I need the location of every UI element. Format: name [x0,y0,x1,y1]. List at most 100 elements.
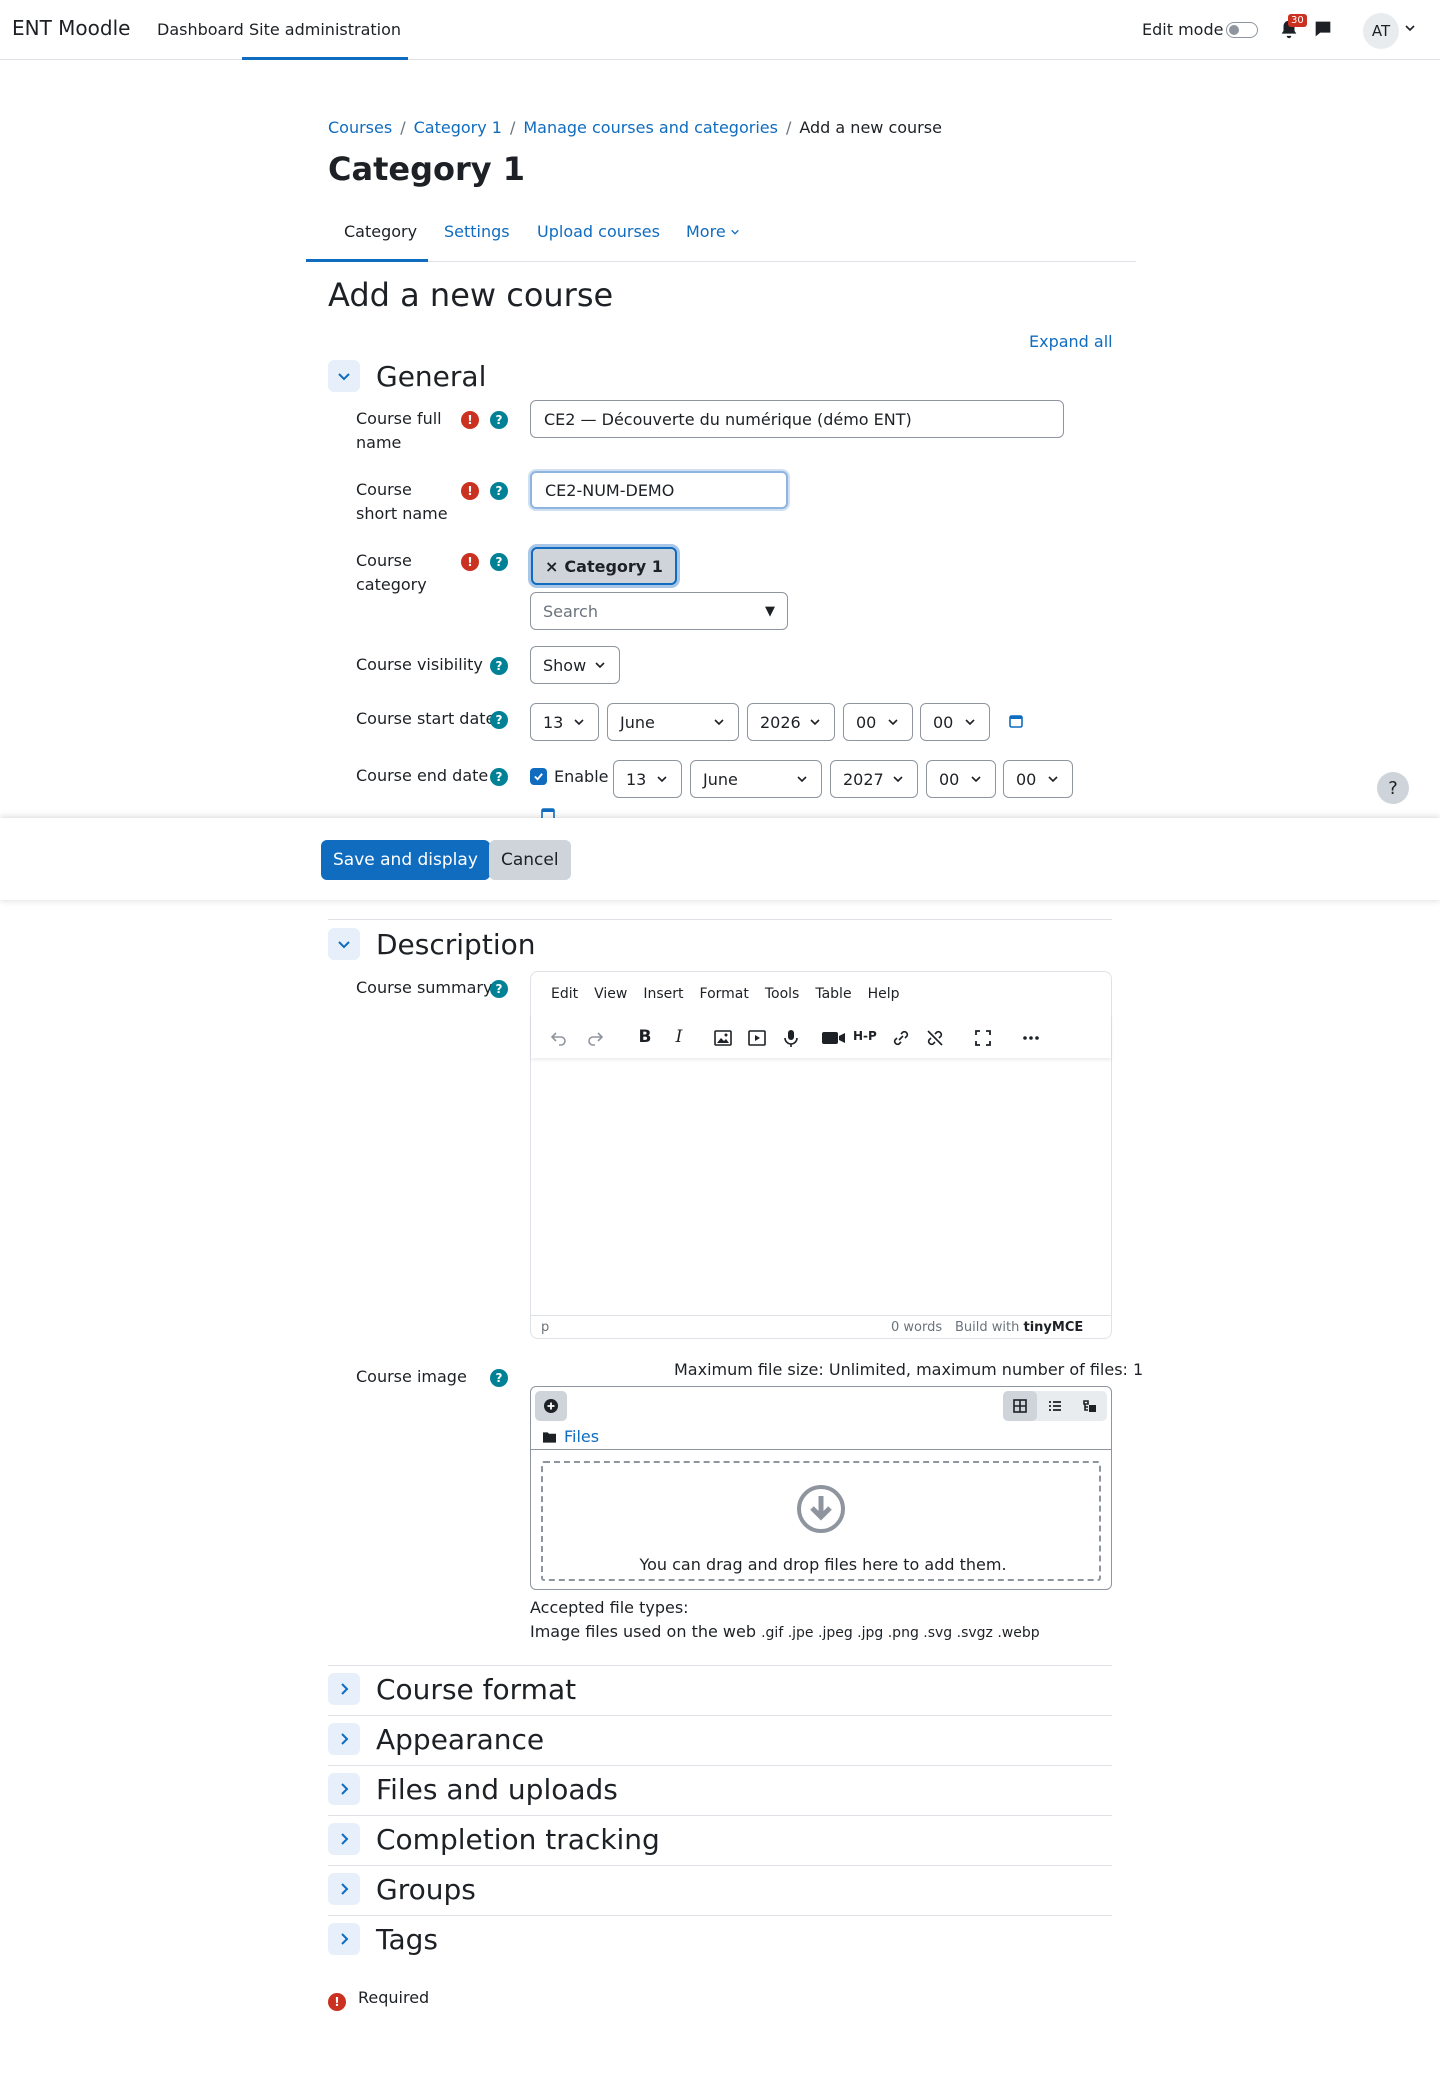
end-hour-select[interactable]: 00 [926,760,996,798]
video-camera-icon[interactable] [821,1028,847,1048]
tab-more[interactable]: More [686,222,740,241]
unlink-icon[interactable] [925,1028,945,1048]
fullscreen-icon[interactable] [973,1028,993,1048]
image-icon[interactable] [713,1028,733,1048]
media-icon[interactable] [747,1028,767,1048]
end-month-select[interactable]: June [690,760,822,798]
chevron-right-icon [341,1933,349,1945]
collapse-toggle[interactable] [328,360,360,392]
undo-icon[interactable] [549,1028,569,1048]
redo-icon[interactable] [585,1028,605,1048]
view-icons-button[interactable] [1003,1391,1037,1421]
user-avatar[interactable]: AT [1363,13,1399,49]
save-and-display-button[interactable]: Save and display [321,840,490,880]
link-icon[interactable] [891,1028,911,1048]
cancel-button[interactable]: Cancel [489,840,571,880]
end-year-select[interactable]: 2027 [830,760,918,798]
accepted-desc: Image files used on the web [530,1622,756,1641]
end-date-enable-checkbox[interactable] [530,768,547,785]
start-date-label: Course start date [356,709,496,728]
editor-statusbar: p 0 words Build with tinyMCE [531,1315,1111,1339]
download-arrow-icon [797,1485,845,1533]
add-file-button[interactable] [535,1391,567,1421]
editor-content-area[interactable] [531,1062,1111,1312]
sticky-footer: Save and display Cancel [0,818,1440,900]
help-icon[interactable]: ? [490,553,508,571]
bold-icon[interactable]: B [635,1027,655,1047]
chevron-down-icon [971,776,981,783]
expand-all-link[interactable]: Expand all [1029,332,1113,351]
expand-toggle[interactable] [328,1723,360,1755]
accepted-title: Accepted file types: [530,1598,689,1617]
italic-icon[interactable]: I [669,1027,689,1047]
help-icon[interactable]: ? [490,1369,508,1387]
file-manager: Files You can drag and drop files here t… [530,1386,1112,1590]
menu-edit[interactable]: Edit [551,986,578,1002]
chevron-down-icon [810,719,820,726]
filepicker-path[interactable]: Files [543,1427,599,1446]
editor-toolbar: B I H-P [531,1014,1111,1058]
expand-toggle[interactable] [328,1673,360,1705]
breadcrumb-courses[interactable]: Courses [328,118,392,137]
category-search-input[interactable]: Search ▼ [530,592,788,630]
help-icon[interactable]: ? [490,711,508,729]
menu-format[interactable]: Format [700,986,749,1002]
tab-upload-courses[interactable]: Upload courses [537,222,660,241]
accepted-extensions: .gif .jpe .jpeg .jpg .png .svg .svgz .we… [761,1625,1040,1641]
site-brand[interactable]: ENT Moodle [12,16,130,40]
view-tree-button[interactable] [1073,1391,1107,1421]
chevron-down-icon[interactable] [1404,22,1416,34]
view-switcher [1003,1391,1107,1421]
element-path[interactable]: p [541,1320,549,1335]
menu-view[interactable]: View [594,986,627,1002]
page-help-button[interactable]: ? [1377,772,1409,804]
help-icon[interactable]: ? [490,980,508,998]
help-icon[interactable]: ? [490,411,508,429]
nav-site-administration[interactable]: Site administration [242,20,409,60]
message-icon[interactable] [1312,18,1334,40]
section-divider [328,1765,1112,1766]
selected-category-tag[interactable]: × Category 1 [531,547,677,585]
start-day-select[interactable]: 13 [530,703,599,741]
h5p-icon[interactable]: H-P [853,1029,879,1049]
start-hour-select[interactable]: 00 [843,703,913,741]
remove-tag-icon[interactable]: × [545,557,558,576]
tab-settings[interactable]: Settings [444,222,510,241]
chevron-down-icon [730,229,739,235]
edit-mode-toggle[interactable] [1226,22,1258,38]
calendar-icon[interactable] [1008,713,1024,729]
top-navbar: ENT Moodle Dashboard Site administration… [0,0,1440,60]
menu-insert[interactable]: Insert [643,986,683,1002]
nav-dashboard[interactable]: Dashboard [157,20,244,39]
expand-toggle[interactable] [328,1773,360,1805]
file-dropzone[interactable]: You can drag and drop files here to add … [541,1461,1101,1581]
visibility-select[interactable]: Show [530,646,620,684]
expand-toggle[interactable] [328,1923,360,1955]
fullname-input[interactable]: CE2 — Découverte du numérique (démo ENT) [530,400,1064,438]
microphone-icon[interactable] [781,1028,801,1048]
view-list-button[interactable] [1038,1391,1072,1421]
tab-category[interactable]: Category [344,222,417,241]
help-icon[interactable]: ? [490,768,508,786]
expand-toggle[interactable] [328,1823,360,1855]
collapse-toggle[interactable] [328,928,360,960]
start-year-select[interactable]: 2026 [747,703,835,741]
help-icon[interactable]: ? [490,657,508,675]
menu-tools[interactable]: Tools [765,986,800,1002]
word-count[interactable]: 0 words [891,1320,942,1335]
end-minute-select[interactable]: 00 [1003,760,1073,798]
breadcrumb-category[interactable]: Category 1 [414,118,502,137]
expand-toggle[interactable] [328,1873,360,1905]
breadcrumb-manage[interactable]: Manage courses and categories [523,118,778,137]
tinymce-branding[interactable]: Build with tinyMCE [955,1320,1083,1335]
end-day-select[interactable]: 13 [613,760,682,798]
menu-table[interactable]: Table [815,986,851,1002]
start-month-select[interactable]: June [607,703,739,741]
help-icon[interactable]: ? [490,482,508,500]
more-options-icon[interactable] [1021,1028,1041,1048]
rich-text-editor: Edit View Insert Format Tools Table Help B I H… [530,971,1112,1339]
start-minute-value: 00 [933,712,954,732]
start-minute-select[interactable]: 00 [920,703,990,741]
menu-help[interactable]: Help [868,986,900,1002]
shortname-input[interactable]: CE2-NUM-DEMO [530,471,788,509]
